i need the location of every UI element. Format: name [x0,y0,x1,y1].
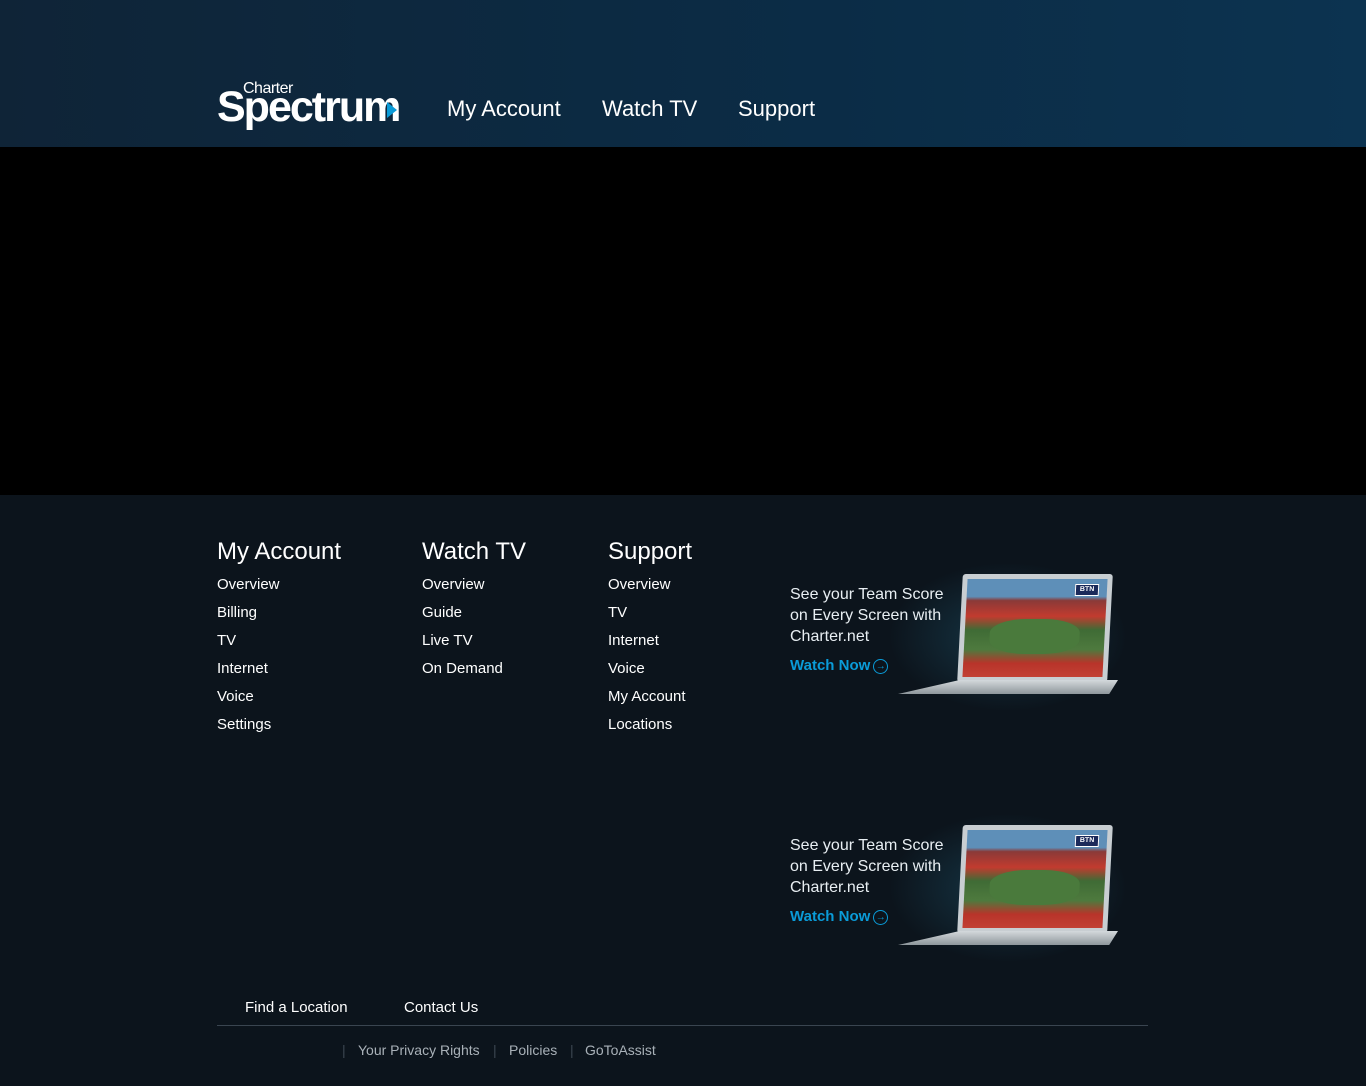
footer-heading-support: Support [608,538,693,565]
nav-watch-tv[interactable]: Watch TV [602,96,697,122]
promo-banner[interactable]: BTN See your Team Score on Every Screen … [780,813,1140,985]
watch-now-label[interactable]: Watch Now [790,908,870,925]
footer-link-overview[interactable]: Overview [422,576,485,593]
btn-logo: BTN [1074,835,1100,847]
nav-my-account[interactable]: My Account [447,96,561,122]
site-header: Charter Spectrum My Account Watch TV Sup… [0,0,1366,147]
footer-link-guide[interactable]: Guide [422,604,462,621]
privacy-rights-link[interactable]: Your Privacy Rights [358,1042,480,1058]
promo-text: See your Team Score on Every Screen with… [790,837,944,896]
arrow-circle-icon[interactable]: → [873,658,889,674]
find-location-link[interactable]: Find a Location [245,999,348,1016]
footer-link-on-demand[interactable]: On Demand [422,660,503,677]
promo-banner[interactable]: BTN See your Team Score on Every Screen … [780,562,1140,734]
legal-separator: | [342,1042,346,1058]
watch-now-link[interactable]: Watch Now → [790,657,889,674]
footer-link-voice[interactable]: Voice [608,660,645,677]
footer-link-locations[interactable]: Locations [608,716,672,733]
logo-arrow-icon [387,102,397,118]
footer-divider [217,1025,1148,1026]
footer-link-tv[interactable]: TV [608,604,627,621]
footer-link-internet[interactable]: Internet [608,632,659,649]
footer-link-billing[interactable]: Billing [217,604,257,621]
policies-link[interactable]: Policies [509,1042,557,1058]
spectrum-logo[interactable]: Charter Spectrum [217,80,402,130]
gotoassist-link[interactable]: GoToAssist [585,1042,656,1058]
hero-area [0,147,1366,495]
logo-big-text: Spectrum [217,83,401,131]
stadium-image: BTN [962,579,1108,677]
footer-link-my-account[interactable]: My Account [608,688,686,705]
footer-link-overview[interactable]: Overview [217,576,280,593]
footer-link-live-tv[interactable]: Live TV [422,632,473,649]
footer-heading-my-account: My Account [217,538,342,565]
stadium-image: BTN [962,830,1108,928]
arrow-circle-icon[interactable]: → [873,909,889,925]
watch-now-label[interactable]: Watch Now [790,657,870,674]
btn-logo: BTN [1074,584,1100,596]
footer-link-overview[interactable]: Overview [608,576,671,593]
footer-heading-watch-tv: Watch TV [422,538,527,565]
footer-link-internet[interactable]: Internet [217,660,268,677]
promo-text: See your Team Score on Every Screen with… [790,586,944,645]
footer-link-settings[interactable]: Settings [217,716,271,733]
legal-separator: | [493,1042,497,1058]
nav-support[interactable]: Support [738,96,815,122]
watch-now-link[interactable]: Watch Now → [790,908,889,925]
footer-link-tv[interactable]: TV [217,632,236,649]
contact-us-link[interactable]: Contact Us [404,999,478,1016]
footer-link-voice[interactable]: Voice [217,688,254,705]
legal-separator: | [570,1042,574,1058]
